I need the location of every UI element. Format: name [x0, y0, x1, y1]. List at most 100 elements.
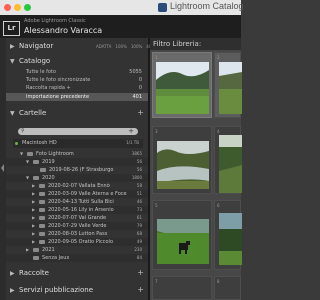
folder-icon: [39, 184, 45, 188]
folder-icon: [33, 160, 39, 164]
catalog-item-count: 5055: [129, 69, 142, 75]
window-titlebar: Lightroom Catalog: [0, 0, 244, 16]
photo-thumbnail[interactable]: [157, 141, 209, 189]
navigator-panel-header[interactable]: ▶ Navigator ADATTA100%100%400%: [6, 40, 158, 53]
lightroom-logo: Lr: [3, 21, 20, 36]
folder-row[interactable]: ▼ 2020 1800: [6, 174, 148, 182]
folder-name: Foto Lightroom: [36, 151, 74, 157]
folder-row[interactable]: ▶ 2020-08-03 Lutton Pass 68: [6, 230, 148, 238]
thumbnail-cell[interactable]: 1: [152, 52, 212, 118]
photo-thumbnail[interactable]: [219, 135, 242, 193]
navigator-label: Navigator: [19, 42, 54, 50]
collapse-arrow-icon[interactable]: ▼: [10, 110, 15, 117]
expand-arrow-icon[interactable]: ▼: [26, 159, 29, 164]
folder-name: 2020-05-16 Lily in Arsenio: [48, 207, 114, 213]
catalog-item[interactable]: Tutte le foto 5055: [6, 68, 148, 76]
minimize-window-button[interactable]: [14, 4, 21, 11]
library-filter-bar: Filtro Libreria:: [150, 38, 241, 50]
zoom-window-button[interactable]: [24, 4, 31, 11]
add-folder-icon[interactable]: +: [137, 108, 144, 117]
window-title: Lightroom Catalog: [170, 1, 244, 11]
folder-row[interactable]: ▶ 2020-04-13 Tutti Sulla Bici 46: [6, 198, 148, 206]
expand-arrow-icon[interactable]: ▶: [32, 223, 35, 228]
folder-row[interactable]: ▶ 2021 230: [6, 246, 148, 254]
zoom-option[interactable]: 100%: [131, 44, 142, 49]
folder-count: 58: [136, 183, 142, 188]
expand-arrow-icon[interactable]: ▶: [32, 191, 35, 196]
catalog-item[interactable]: Tutte le foto sincronizzate 0: [6, 76, 148, 84]
thumbnail-cell[interactable]: 2: [214, 52, 242, 118]
publish-services-panel-header[interactable]: ▶ Servizi pubblicazione +: [6, 284, 148, 297]
catalog-label: Catalogo: [19, 57, 51, 65]
folder-row[interactable]: ▶ 2020-09-05 Oratio Piccolo 49: [6, 238, 148, 246]
folder-row[interactable]: ▼ Foto Lightroom 3865: [6, 150, 148, 158]
folders-panel-header[interactable]: ▼ Cartelle +: [6, 107, 148, 120]
expand-arrow-icon[interactable]: ▶: [32, 231, 35, 236]
catalog-panel-header[interactable]: ▼ Catalogo: [6, 55, 148, 68]
catalog-item-label: Tutte le foto sincronizzate: [26, 77, 91, 83]
catalog-item-label: Raccolta rapida +: [26, 85, 71, 91]
catalog-item-count: 0: [138, 77, 142, 83]
expand-arrow-icon[interactable]: ▼: [26, 175, 29, 180]
catalog-item-label: Importazione precedente: [26, 94, 90, 100]
collections-panel-header[interactable]: ▶ Raccolte +: [6, 267, 148, 280]
folder-row[interactable]: ▶ 2020-07-07 Val Grande 61: [6, 214, 148, 222]
folder-row[interactable]: ▶ 2020-03-09 Valle Aterna e Foce 51: [6, 190, 148, 198]
thumbnail-cell[interactable]: 4: [214, 126, 242, 194]
close-window-button[interactable]: [4, 4, 11, 11]
add-icon[interactable]: +: [128, 127, 134, 135]
publish-services-label: Servizi pubblicazione: [19, 286, 93, 294]
collapse-arrow-icon[interactable]: ▼: [10, 58, 15, 65]
expand-arrow-icon[interactable]: ▶: [26, 247, 29, 252]
photo-thumbnail[interactable]: [219, 213, 242, 265]
folder-name: Senza Jeux: [42, 255, 70, 261]
thumbnail-cell[interactable]: 3: [152, 126, 212, 194]
folder-row[interactable]: Senza Jeux 84: [6, 254, 148, 262]
expand-arrow-icon[interactable]: ▶: [32, 215, 35, 220]
thumbnail-cell[interactable]: 6: [214, 200, 242, 270]
folder-count: 73: [136, 207, 142, 212]
folder-count: 84: [136, 255, 142, 260]
catalog-item[interactable]: Raccolta rapida + 0: [6, 84, 148, 92]
folder-icon: [33, 256, 39, 260]
folder-row[interactable]: ▶ 2020-07-29 Valle Verde 79: [6, 222, 148, 230]
folder-count: 230: [134, 247, 142, 252]
photo-thumbnail[interactable]: [157, 219, 209, 264]
catalog-name: Adobe Lightroom Classic: [24, 18, 86, 24]
folder-icon: [39, 232, 45, 236]
expand-arrow-icon[interactable]: ▶: [10, 287, 15, 294]
catalog-item-label: Tutte le foto: [26, 69, 56, 75]
thumbnail-index: 8: [217, 279, 220, 284]
navigator-zoom-options: ADATTA100%100%400%: [92, 44, 158, 49]
photo-thumbnail[interactable]: [156, 62, 209, 114]
expand-arrow-icon[interactable]: ▶: [10, 270, 15, 277]
folder-icon: [39, 200, 45, 204]
thumbnail-cell[interactable]: 5: [152, 200, 212, 270]
add-publish-service-icon[interactable]: +: [137, 285, 144, 294]
folder-count: 3865: [131, 151, 142, 156]
expand-arrow-icon[interactable]: ▶: [32, 183, 35, 188]
thumbnail-index: 3: [155, 129, 158, 134]
folder-search-field[interactable]: ⚲ +: [18, 127, 138, 135]
catalog-item-selected[interactable]: Importazione precedente 401: [6, 93, 148, 101]
user-name: Alessandro Varacca: [24, 26, 103, 35]
add-collection-icon[interactable]: +: [137, 268, 144, 277]
thumbnail-cell[interactable]: 7: [152, 276, 212, 300]
volume-row[interactable]: Macintosh HD 1/1 TB: [13, 139, 143, 148]
zoom-option[interactable]: 100%: [115, 44, 126, 49]
folder-row[interactable]: ▶ 2020-05-16 Lily in Arsenio 73: [6, 206, 148, 214]
expand-arrow-icon[interactable]: ▶: [32, 207, 35, 212]
expand-arrow-icon[interactable]: ▶: [32, 239, 35, 244]
folder-count: 56: [136, 167, 142, 172]
thumbnail-cell[interactable]: 8: [214, 276, 241, 300]
folder-name: 2020: [42, 175, 55, 181]
expand-arrow-icon[interactable]: ▶: [32, 199, 35, 204]
zoom-option[interactable]: ADATTA: [96, 44, 111, 49]
folder-row[interactable]: 2019-08-26 (F Strasburgo 56: [6, 166, 148, 174]
expand-arrow-icon[interactable]: ▼: [20, 151, 23, 156]
expand-arrow-icon[interactable]: ▶: [10, 43, 15, 50]
folder-row[interactable]: ▼ 2019 56: [6, 158, 148, 166]
photo-thumbnail[interactable]: [219, 62, 242, 114]
folder-row[interactable]: ▶ 2020-02-07 Vallata Ennò 58: [6, 182, 148, 190]
folder-name: 2020-04-13 Tutti Sulla Bici: [48, 199, 114, 205]
